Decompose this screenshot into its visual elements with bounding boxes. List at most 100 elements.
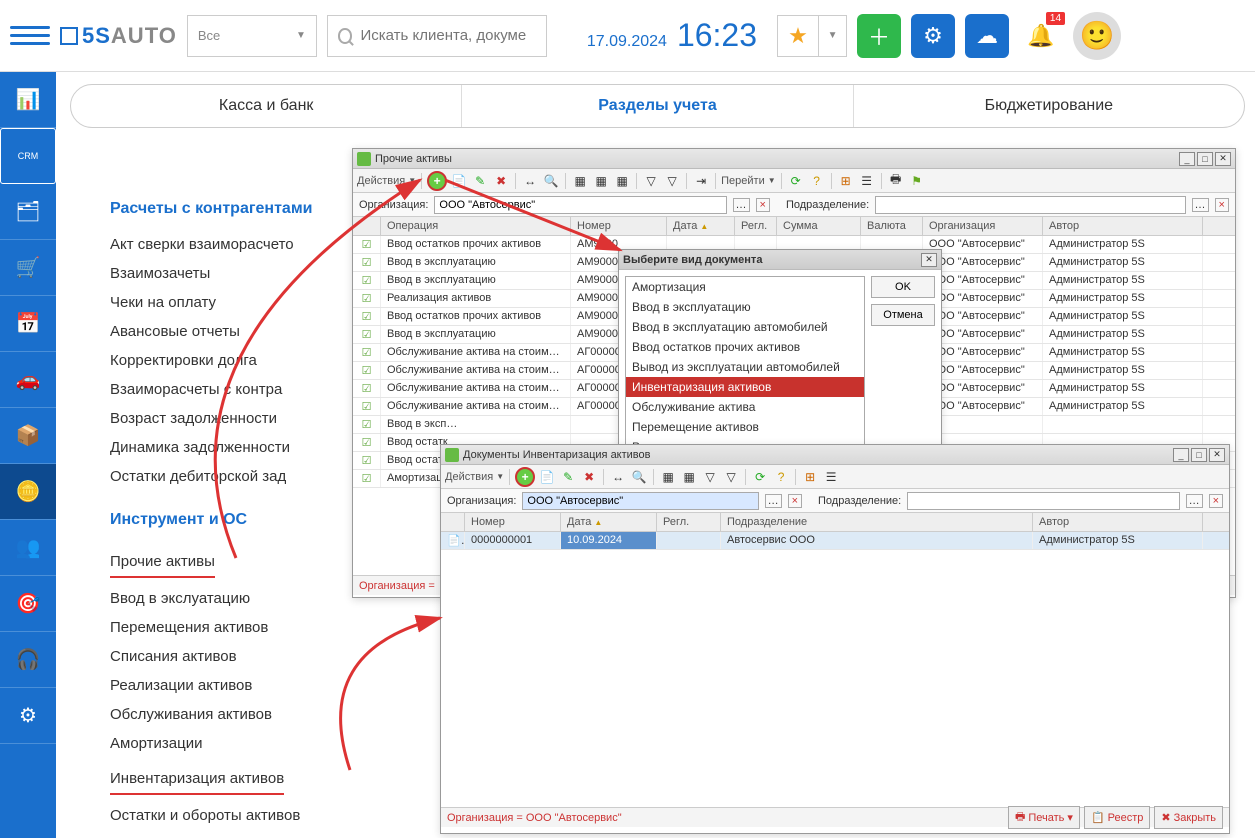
actions-menu[interactable]: Действия	[357, 175, 405, 187]
minimize-button[interactable]: _	[1179, 152, 1195, 166]
favorites-caret[interactable]: ▼	[819, 15, 847, 57]
nav-item[interactable]: Перемещения активов	[110, 613, 268, 642]
registry-button[interactable]: 📋 Реестр	[1084, 806, 1150, 829]
sidebar-analytics-icon[interactable]: 📊	[0, 72, 56, 128]
doc-type-item[interactable]: Вывод из эксплуатации автомобилей	[626, 357, 864, 377]
doc-type-item[interactable]: Перемещение активов	[626, 417, 864, 437]
find-icon[interactable]: 🔍	[630, 468, 648, 486]
filter1-icon[interactable]: ▦	[571, 172, 589, 190]
menu-button[interactable]	[10, 16, 50, 56]
sidebar-calendar-icon[interactable]: 📅	[0, 296, 56, 352]
minimize-button[interactable]: _	[1173, 448, 1189, 462]
filter2-icon[interactable]: ▦	[680, 468, 698, 486]
funnel-icon[interactable]: ▽	[701, 468, 719, 486]
nav-item[interactable]: Остатки дебиторской зад	[110, 462, 370, 491]
sidebar-support-icon[interactable]: 🎧	[0, 632, 56, 688]
list-icon[interactable]: ☰	[858, 172, 876, 190]
actions-menu[interactable]: Действия	[445, 471, 493, 483]
print-icon[interactable]: 🖶	[887, 172, 905, 190]
nav-item[interactable]: Обслуживания активов	[110, 700, 272, 729]
list-icon[interactable]: ☰	[822, 468, 840, 486]
nav-item[interactable]: Ввод в экслуатацию	[110, 584, 250, 613]
doc-type-list[interactable]: АмортизацияВвод в эксплуатациюВвод в экс…	[625, 276, 865, 458]
delete-icon[interactable]: ✖	[492, 172, 510, 190]
delete-icon[interactable]: ✖	[580, 468, 598, 486]
add-doc-button[interactable]: +	[515, 467, 535, 487]
tab-cash[interactable]: Касса и банк	[71, 85, 462, 127]
doc-type-item[interactable]: Обслуживание актива	[626, 397, 864, 417]
nav-item[interactable]: Акт сверки взаиморасчето	[110, 230, 370, 259]
settings-button[interactable]: ⚙	[911, 14, 955, 58]
nav-item[interactable]: Динамика задолженности	[110, 433, 370, 462]
org-picker-button[interactable]: …	[765, 494, 782, 508]
goto-menu[interactable]: Перейти	[721, 175, 765, 187]
doc-type-item[interactable]: Ввод в эксплуатацию	[626, 297, 864, 317]
nav-item[interactable]: Амортизации	[110, 729, 203, 758]
nav-item[interactable]: Списания активов	[110, 642, 237, 671]
copy-icon[interactable]: 📄	[538, 468, 556, 486]
cancel-button[interactable]: Отмена	[871, 304, 935, 326]
org-input[interactable]	[434, 196, 726, 214]
org-clear-button[interactable]: ×	[756, 198, 770, 212]
funnel-off-icon[interactable]: ▽	[663, 172, 681, 190]
nav-item[interactable]: Возраст задолженности	[110, 404, 370, 433]
close-button[interactable]: ✖ Закрыть	[1154, 806, 1223, 829]
nav-item[interactable]: Авансовые отчеты	[110, 317, 370, 346]
nav-item[interactable]: Прочие активы	[110, 547, 215, 578]
close-button[interactable]: ✕	[1215, 152, 1231, 166]
sidebar-users-icon[interactable]: 👥	[0, 520, 56, 576]
favorites-button[interactable]: ★	[777, 15, 819, 57]
maximize-button[interactable]: □	[1191, 448, 1207, 462]
filter3-icon[interactable]: ▦	[613, 172, 631, 190]
org-input[interactable]	[522, 492, 758, 510]
copy-icon[interactable]: 📄	[450, 172, 468, 190]
dept-clear-button[interactable]: ×	[1209, 494, 1223, 508]
help-icon[interactable]: ?	[772, 468, 790, 486]
add-button[interactable]: ＋	[857, 14, 901, 58]
table-row[interactable]: 📄000000000110.09.2024Автосервис ОООАдмин…	[441, 532, 1229, 550]
nav-item[interactable]: Взаиморасчеты с контра	[110, 375, 370, 404]
dept-clear-button[interactable]: ×	[1215, 198, 1229, 212]
edit-icon[interactable]: ✎	[559, 468, 577, 486]
dept-input[interactable]	[907, 492, 1179, 510]
search-input[interactable]	[360, 27, 535, 44]
print-button[interactable]: 🖶 Печать ▾	[1008, 806, 1080, 829]
ok-button[interactable]: OK	[871, 276, 935, 298]
dialog-titlebar[interactable]: Выберите вид документа ✕	[619, 250, 941, 270]
edit-icon[interactable]: ✎	[471, 172, 489, 190]
doc-type-item[interactable]: Амортизация	[626, 277, 864, 297]
notifications-button[interactable]: 🔔14	[1019, 14, 1063, 58]
toggle-icon[interactable]: ↔	[609, 468, 627, 486]
window-titlebar[interactable]: Документы Инвентаризация активов _ □ ✕	[441, 445, 1229, 465]
export-icon[interactable]: ⇥	[692, 172, 710, 190]
tab-budget[interactable]: Бюджетирование	[854, 85, 1244, 127]
doc-type-item[interactable]: Ввод остатков прочих активов	[626, 337, 864, 357]
nav-item[interactable]: Чеки на оплату	[110, 288, 370, 317]
nav-item[interactable]: Взаимозачеты	[110, 259, 370, 288]
sidebar-target-icon[interactable]: 🎯	[0, 576, 56, 632]
dept-picker-button[interactable]: …	[1186, 494, 1203, 508]
nav-item[interactable]: Остатки и обороты активов	[110, 801, 300, 830]
user-avatar[interactable]: 🙂	[1073, 12, 1121, 60]
org-clear-button[interactable]: ×	[788, 494, 802, 508]
funnel-icon[interactable]: ▽	[642, 172, 660, 190]
dept-picker-button[interactable]: …	[1192, 198, 1209, 212]
struct-icon[interactable]: ⊞	[837, 172, 855, 190]
refresh-icon[interactable]: ⟳	[751, 468, 769, 486]
refresh-icon[interactable]: ⟳	[787, 172, 805, 190]
close-button[interactable]: ✕	[1209, 448, 1225, 462]
nav-item[interactable]: Корректировки долга	[110, 346, 370, 375]
flag-icon[interactable]: ⚑	[908, 172, 926, 190]
doc-type-item[interactable]: Инвентаризация активов	[626, 377, 864, 397]
nav-item[interactable]: Реализации активов	[110, 671, 252, 700]
dept-input[interactable]	[875, 196, 1185, 214]
find-icon[interactable]: 🔍	[542, 172, 560, 190]
funnel-off-icon[interactable]: ▽	[722, 468, 740, 486]
sidebar-car-icon[interactable]: 🚗	[0, 352, 56, 408]
search-box[interactable]	[327, 15, 547, 57]
tab-accounting[interactable]: Разделы учета	[462, 85, 853, 127]
org-picker-button[interactable]: …	[733, 198, 750, 212]
sidebar-crm-icon[interactable]: CRM	[0, 128, 56, 184]
sidebar-money-icon[interactable]: 🪙	[0, 464, 56, 520]
struct-icon[interactable]: ⊞	[801, 468, 819, 486]
